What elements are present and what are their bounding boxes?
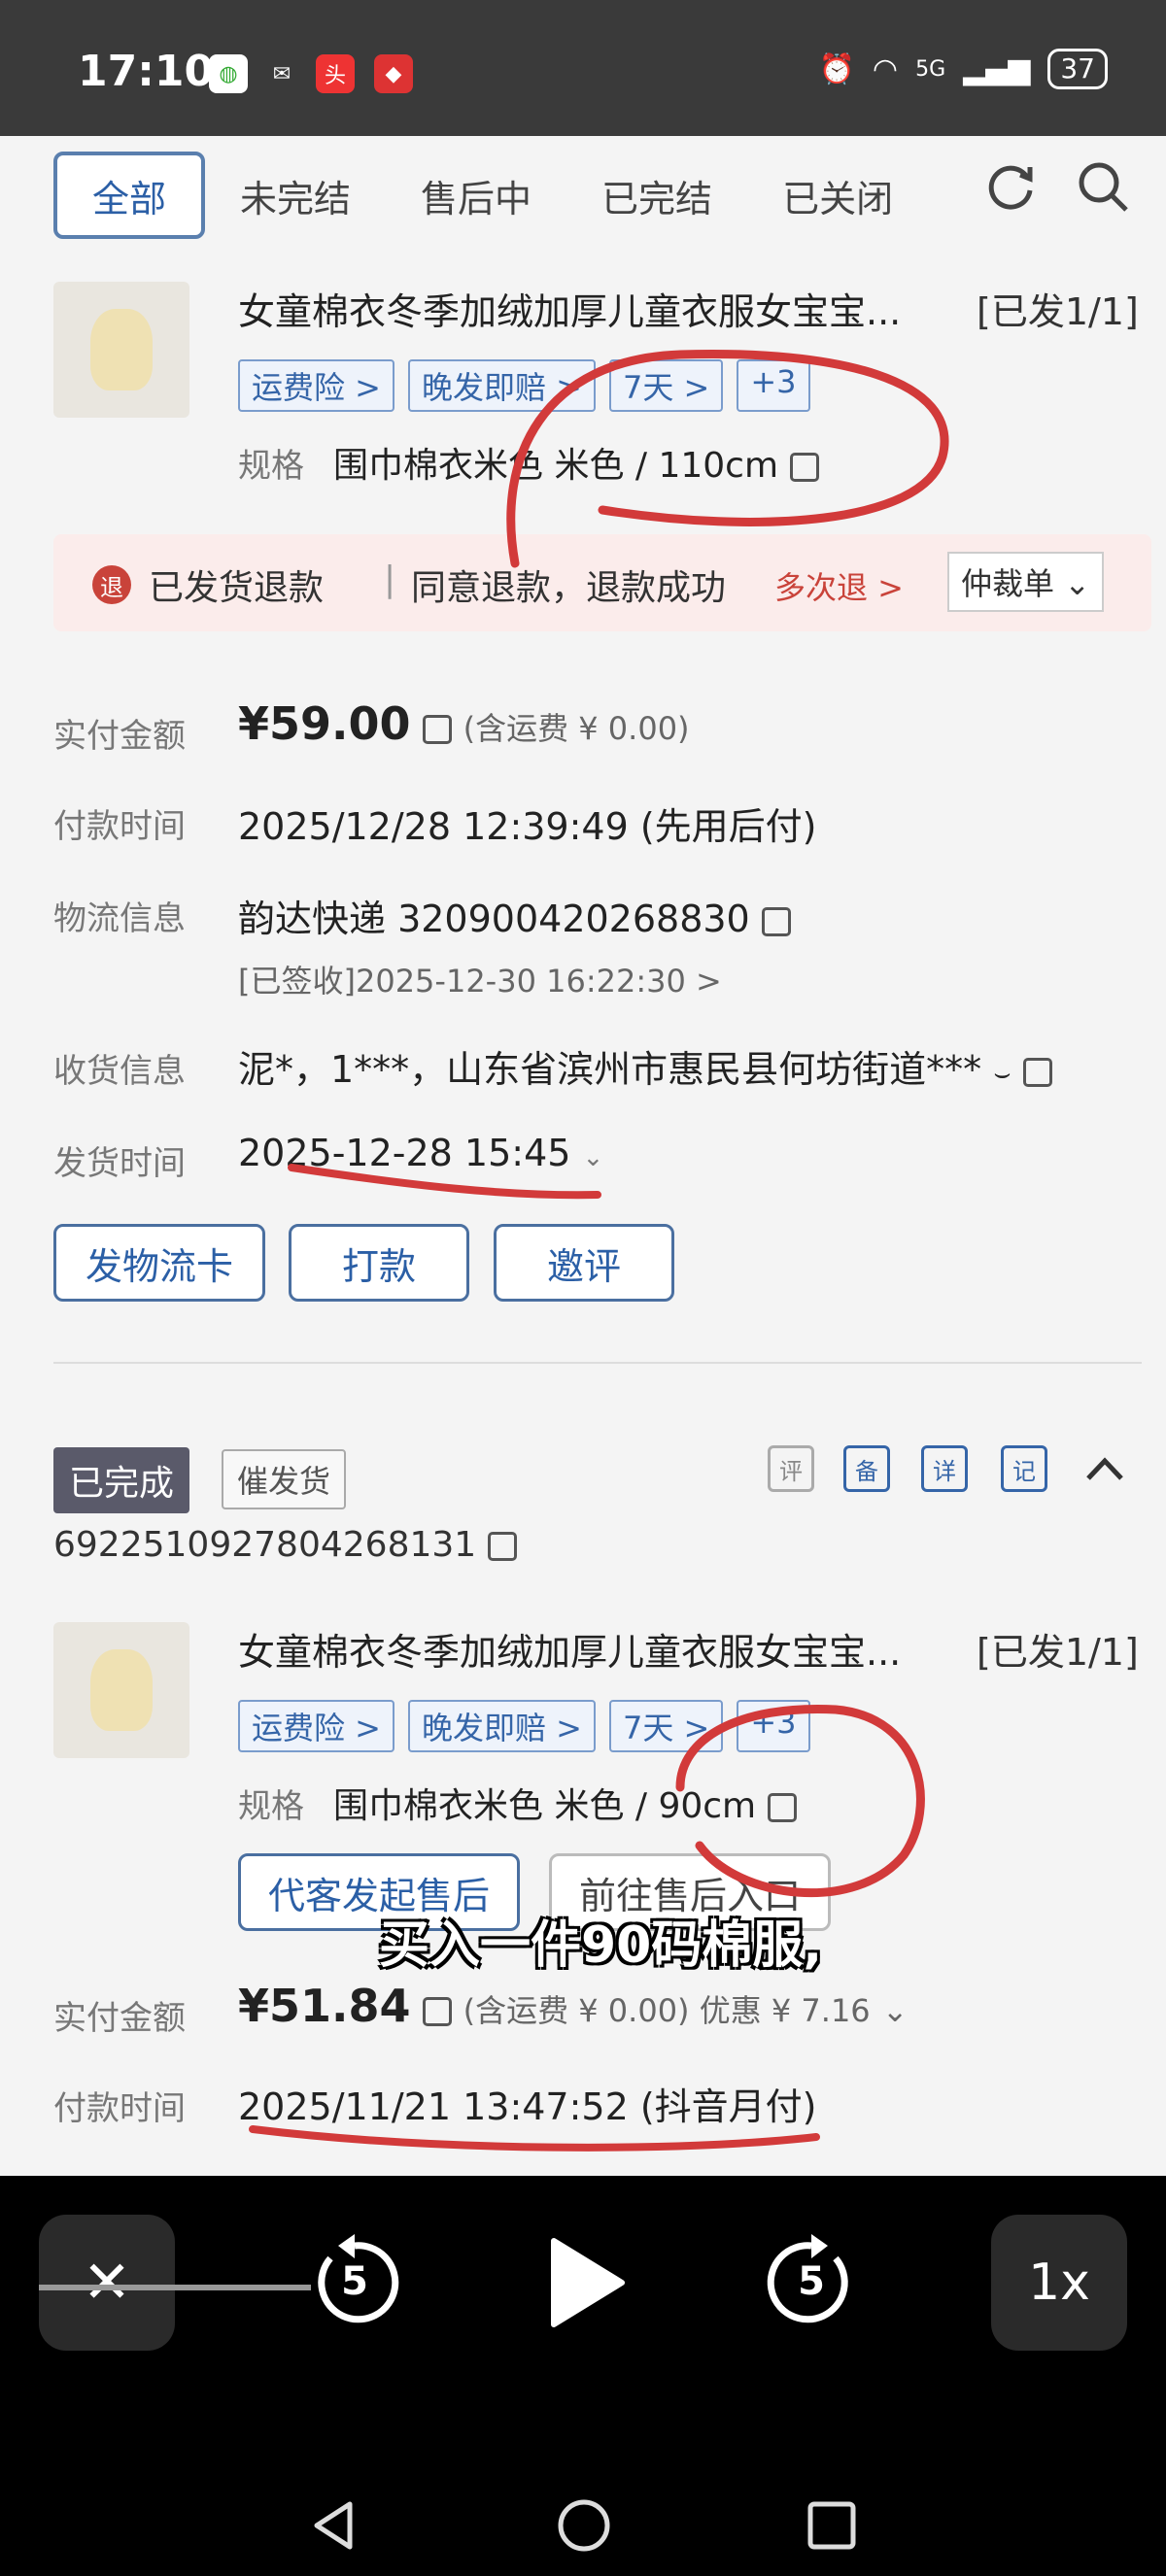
tab-aftersale[interactable]: 售后中 xyxy=(386,152,566,239)
spec-row: 规格 围巾棉衣米色 米色 / 90cm xyxy=(238,1778,798,1828)
chevron-up-icon[interactable] xyxy=(1080,1449,1129,1488)
speed-button[interactable]: 1x xyxy=(991,2215,1127,2351)
chevron-down-icon: ⌄ xyxy=(582,1143,604,1172)
refund-status: 已发货退款 xyxy=(149,568,325,608)
record-icon[interactable]: 记 xyxy=(1001,1445,1047,1492)
play-icon xyxy=(551,2238,625,2327)
ship-time[interactable]: 2025-12-28 15:45 ⌄ xyxy=(238,1132,603,1174)
tag-freight-insurance[interactable]: 运费险 > xyxy=(238,359,394,412)
copy-icon[interactable] xyxy=(790,453,820,482)
tab-closed[interactable]: 已关闭 xyxy=(747,152,928,239)
eye-closed-icon[interactable]: ⌣ xyxy=(993,1057,1011,1089)
invite-review-button[interactable]: 邀评 xyxy=(494,1224,674,1302)
forward-button[interactable]: 5 xyxy=(743,2215,879,2351)
urge-shipping-badge[interactable]: 催发货 xyxy=(222,1449,347,1509)
app-icon: ◍ xyxy=(209,54,248,93)
pay-time-label: 付款时间 xyxy=(53,2089,186,2128)
tag-7day[interactable]: 7天 > xyxy=(609,1700,724,1752)
status-bar: 17:10 ◍ ✉ 头 ◆ ⏰ ◠ 5G ▂▄▆ 37 xyxy=(0,0,1166,136)
copy-icon[interactable] xyxy=(1022,1057,1052,1087)
tag-late-compensation[interactable]: 晚发即赔 > xyxy=(408,1700,596,1752)
video-frame: 全部 未完结 售后中 已完结 已关闭 女童棉衣冬季加绒加厚儿童衣服女宝宝... … xyxy=(0,136,1166,2176)
rewind-button[interactable]: 5 xyxy=(287,2215,423,2351)
network-label: 5G xyxy=(915,56,946,82)
copy-icon[interactable] xyxy=(488,1532,518,1561)
status-badge: 已完成 xyxy=(53,1447,190,1513)
refund-icon: 退 xyxy=(92,565,131,604)
copy-icon[interactable] xyxy=(768,1793,798,1822)
copy-icon[interactable] xyxy=(761,906,791,936)
tag-7day[interactable]: 7天 > xyxy=(609,359,724,412)
player-controls: ✕ 5 5 1x xyxy=(0,2176,1166,2467)
paid-amount: ¥59.00 (含运费 ¥ 0.00) xyxy=(238,697,690,750)
status-right: ⏰ ◠ 5G ▂▄▆ 37 xyxy=(819,49,1108,89)
refresh-icon[interactable] xyxy=(981,157,1040,216)
signal-icon: ▂▄▆ xyxy=(963,51,1031,86)
paid-label: 实付金额 xyxy=(53,717,186,756)
divider xyxy=(53,1362,1142,1364)
service-tags: 运费险 > 晚发即赔 > 7天 > +3 xyxy=(238,1700,810,1752)
tab-all[interactable]: 全部 xyxy=(53,152,206,239)
arbitration-button[interactable]: 仲裁单 ⌄ xyxy=(947,552,1104,612)
ship-time-label: 发货时间 xyxy=(53,1144,186,1183)
note-icon[interactable]: 备 xyxy=(843,1445,890,1492)
logistics-info: 韵达快递 320900420268830 xyxy=(238,889,791,942)
multi-refund-link[interactable]: 多次退 > xyxy=(774,563,904,608)
spec-value: 围巾棉衣米色 米色 / 90cm xyxy=(333,1786,757,1826)
close-button[interactable]: ✕ xyxy=(39,2215,175,2351)
back-icon[interactable] xyxy=(309,2498,358,2553)
clock: 17:10 xyxy=(78,47,215,96)
logistics-card-button[interactable]: 发物流卡 xyxy=(53,1224,265,1302)
battery-icon: 37 xyxy=(1047,49,1108,89)
tab-finished[interactable]: 已完结 xyxy=(566,152,747,239)
pay-time: 2025/11/21 13:47:52 (抖音月付) xyxy=(238,2085,817,2128)
product-thumbnail[interactable] xyxy=(53,282,189,418)
toutiao-icon: 头 xyxy=(316,54,355,93)
home-icon[interactable] xyxy=(557,2498,611,2553)
product-title[interactable]: 女童棉衣冬季加绒加厚儿童衣服女宝宝... xyxy=(238,282,901,335)
pay-button[interactable]: 打款 xyxy=(289,1224,469,1302)
logistics-label: 物流信息 xyxy=(53,899,186,938)
spec-value: 围巾棉衣米色 米色 / 110cm xyxy=(333,446,779,486)
shipped-status: [已发1/1] xyxy=(977,290,1139,333)
order-number[interactable]: 6922510927804268131 xyxy=(53,1525,518,1565)
receiver-info: 泥*，1***，山东省滨州市惠民县何坊街道*** ⌣ xyxy=(238,1039,1052,1093)
copy-icon[interactable] xyxy=(422,1996,452,2026)
order-tabs: 全部 未完结 售后中 已完结 已关闭 xyxy=(53,148,928,243)
app-icon-2: ◆ xyxy=(374,54,413,93)
detail-icon[interactable]: 详 xyxy=(921,1445,968,1492)
recents-icon[interactable] xyxy=(806,2498,857,2553)
product-thumbnail[interactable] xyxy=(53,1622,189,1758)
wifi-icon: ◠ xyxy=(872,51,899,86)
review-icon[interactable]: 评 xyxy=(768,1445,814,1492)
tab-unfinished[interactable]: 未完结 xyxy=(205,152,386,239)
pay-time-label: 付款时间 xyxy=(53,807,186,846)
refund-result: 同意退款，退款成功 xyxy=(411,568,727,608)
tag-more[interactable]: +3 xyxy=(737,359,810,412)
play-button[interactable] xyxy=(515,2215,651,2351)
refund-bar: 退 已发货退款 | 同意退款，退款成功 多次退 > 仲裁单 ⌄ xyxy=(53,534,1151,631)
spec-label: 规格 xyxy=(238,447,304,486)
paid-label: 实付金额 xyxy=(53,1999,186,2038)
video-subtitle: 买入一件90码棉服, xyxy=(379,1916,823,1975)
shipped-status: [已发1/1] xyxy=(977,1631,1139,1674)
alarm-icon: ⏰ xyxy=(818,51,855,86)
receiver-label: 收货信息 xyxy=(53,1052,186,1091)
pay-time: 2025/12/28 12:39:49 (先用后付) xyxy=(238,805,817,848)
progress-bar[interactable] xyxy=(39,2285,311,2290)
copy-icon[interactable] xyxy=(422,714,452,744)
wechat-icon: ✉ xyxy=(272,61,292,86)
tag-more[interactable]: +3 xyxy=(737,1700,810,1752)
product-title[interactable]: 女童棉衣冬季加绒加厚儿童衣服女宝宝... xyxy=(238,1622,901,1676)
paid-amount: ¥51.84 (含运费 ¥ 0.00) 优惠 ¥ 7.16 ⌄ xyxy=(238,1980,909,2032)
search-icon[interactable] xyxy=(1074,157,1132,216)
tag-late-compensation[interactable]: 晚发即赔 > xyxy=(408,359,596,412)
signed-info[interactable]: [已签收]2025-12-30 16:22:30 > xyxy=(238,957,722,1001)
nav-bar xyxy=(0,2467,1166,2576)
spec-row: 规格 围巾棉衣米色 米色 / 110cm xyxy=(238,437,820,488)
tag-freight-insurance[interactable]: 运费险 > xyxy=(238,1700,394,1752)
spec-label: 规格 xyxy=(238,1787,304,1826)
service-tags: 运费险 > 晚发即赔 > 7天 > +3 xyxy=(238,359,810,412)
